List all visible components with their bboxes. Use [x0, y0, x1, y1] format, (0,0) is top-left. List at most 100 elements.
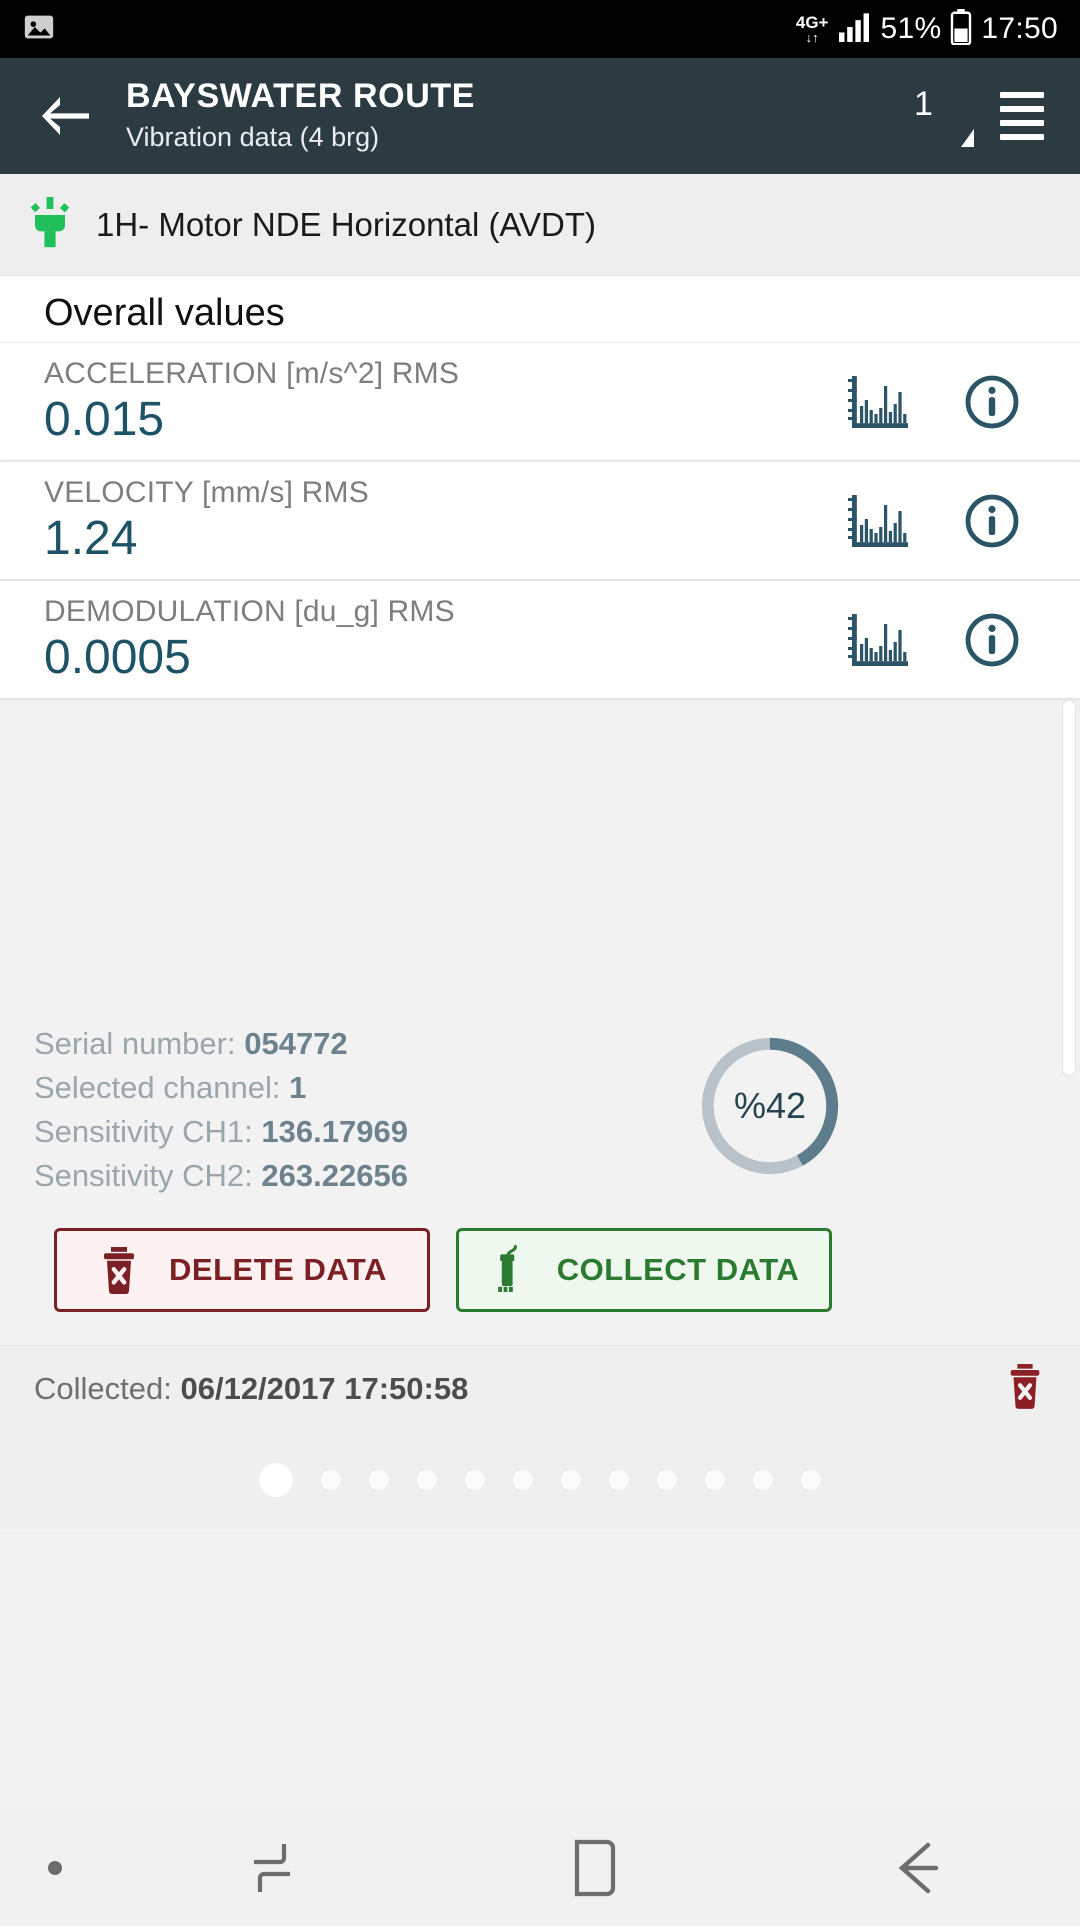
overall-values-title: Overall values	[44, 291, 285, 334]
measurement-point-label: 1H- Motor NDE Horizontal (AVDT)	[96, 205, 596, 243]
battery-icon	[950, 8, 972, 50]
vibration-sensor-icon	[26, 196, 74, 253]
device-info-row: Sensitivity CH1: 136.17969	[34, 1114, 408, 1150]
trash-delete-icon	[1010, 1364, 1040, 1409]
collected-label: Collected:	[34, 1370, 172, 1406]
recents-icon	[253, 1844, 290, 1892]
measurement-label: VELOCITY [mm/s] RMS	[44, 476, 369, 510]
page-dot[interactable]	[369, 1470, 389, 1490]
nav-recents-button[interactable]	[110, 1840, 433, 1896]
info-circle-icon[interactable]	[964, 612, 1020, 668]
app-bar: BAYSWATER ROUTE Vibration data (4 brg) 1	[0, 58, 1080, 174]
page-dot[interactable]	[705, 1470, 725, 1490]
measurement-label: DEMODULATION [du_g] RMS	[44, 595, 455, 629]
back-arrow-icon	[898, 1842, 939, 1894]
spectrum-chart-icon[interactable]	[848, 374, 912, 430]
content-body: Serial number: 054772 Selected channel: …	[0, 700, 1080, 1926]
selected-channel-value: 1	[289, 1070, 307, 1105]
page-dot[interactable]	[321, 1470, 341, 1490]
serial-number-label: Serial number:	[34, 1026, 236, 1061]
measurement-card-icons	[848, 374, 1080, 430]
app-bar-titles: BAYSWATER ROUTE Vibration data (4 brg)	[126, 77, 475, 155]
back-button[interactable]	[32, 83, 98, 149]
dot-icon	[48, 1861, 62, 1875]
spectrum-chart-icon[interactable]	[848, 493, 912, 549]
info-circle-icon[interactable]	[964, 493, 1020, 549]
vertical-scrollbar[interactable]	[1062, 700, 1076, 1076]
app-bar-actions: 1	[908, 83, 1044, 149]
collected-text: Collected: 06/12/2017 17:50:58	[34, 1371, 468, 1407]
spectrum-chart-icon[interactable]	[848, 612, 912, 668]
device-info-row: Sensitivity CH2: 263.22656	[34, 1158, 408, 1194]
measurement-card-texts: ACCELERATION [m/s^2] RMS 0.015	[44, 357, 459, 445]
battery-percent-label: 51%	[880, 12, 942, 45]
page-dot[interactable]	[801, 1470, 821, 1490]
collected-bar: Collected: 06/12/2017 17:50:58	[0, 1345, 1080, 1431]
device-info-row: Selected channel: 1	[34, 1070, 408, 1106]
measurement-value: 1.24	[44, 512, 138, 566]
signal-bars-icon	[837, 12, 871, 47]
page-dot[interactable]	[609, 1470, 629, 1490]
status-bar: 4G+ ↓↑ 51% 17:50	[0, 0, 1080, 58]
sensitivity-ch1-value: 136.17969	[261, 1114, 408, 1149]
image-icon	[22, 10, 56, 49]
android-nav-bar	[0, 1810, 1080, 1926]
page-dot[interactable]	[259, 1463, 293, 1497]
info-circle-icon[interactable]	[964, 374, 1020, 430]
measurement-card[interactable]: DEMODULATION [du_g] RMS 0.0005	[0, 580, 1080, 699]
delete-data-button[interactable]: DELETE DATA	[54, 1228, 430, 1312]
network-type-label: 4G+	[795, 13, 829, 32]
selected-channel-label: Selected channel:	[34, 1070, 281, 1105]
page-dot[interactable]	[513, 1470, 533, 1490]
delete-data-label: DELETE DATA	[169, 1252, 387, 1287]
status-bar-right: 4G+ ↓↑ 51% 17:50	[796, 8, 1058, 50]
accelerometer-sensor-icon	[489, 1244, 529, 1296]
page-dot[interactable]	[465, 1470, 485, 1490]
collected-delete-button[interactable]	[1004, 1363, 1046, 1414]
measurement-point-row[interactable]: 1H- Motor NDE Horizontal (AVDT)	[0, 174, 1080, 276]
measurement-card-icons	[848, 612, 1080, 668]
collect-data-label: COLLECT DATA	[556, 1252, 800, 1287]
page-title: BAYSWATER ROUTE	[126, 76, 476, 115]
status-bar-left	[22, 10, 56, 49]
collected-timestamp: 06/12/2017 17:50:58	[180, 1370, 469, 1406]
channel-number-label: 1	[914, 85, 933, 123]
measurement-card[interactable]: ACCELERATION [m/s^2] RMS 0.015	[0, 342, 1080, 461]
triangle-indicator-icon	[961, 129, 974, 147]
page-indicator-dots[interactable]	[0, 1431, 1080, 1529]
channel-indicator[interactable]: 1	[908, 83, 974, 149]
measurement-card-icons	[848, 493, 1080, 549]
nav-home-button[interactable]	[433, 1836, 756, 1900]
serial-number-value: 054772	[244, 1026, 348, 1061]
measurement-value: 0.015	[44, 393, 165, 447]
data-arrows-icon: ↓↑	[805, 30, 819, 45]
measurement-card[interactable]: VELOCITY [mm/s] RMS 1.24	[0, 461, 1080, 580]
battery-percent-text: %42	[733, 1085, 807, 1126]
nav-back-button[interactable]	[757, 1839, 1080, 1897]
app-screen: 4G+ ↓↑ 51% 17:50 BAYSWATER ROUTE Vibrati…	[0, 0, 1080, 1926]
sensitivity-ch2-value: 263.22656	[261, 1158, 408, 1193]
page-dot[interactable]	[561, 1470, 581, 1490]
measurement-value: 0.0005	[44, 631, 191, 685]
page-dot[interactable]	[417, 1470, 437, 1490]
page-dot[interactable]	[753, 1470, 773, 1490]
trash-delete-icon	[97, 1246, 141, 1294]
nav-dot-slot	[0, 1861, 110, 1875]
page-subtitle: Vibration data (4 brg)	[126, 122, 380, 152]
arrow-left-icon	[42, 97, 89, 135]
sensitivity-ch2-label: Sensitivity CH2:	[34, 1158, 253, 1193]
network-type-icon: 4G+ ↓↑	[796, 14, 829, 44]
sensitivity-ch1-label: Sensitivity CH1:	[34, 1114, 253, 1149]
list-menu-icon[interactable]	[1000, 92, 1044, 140]
clock-label: 17:50	[981, 12, 1058, 45]
battery-gauge: %42	[696, 1032, 844, 1180]
measurement-card-texts: VELOCITY [mm/s] RMS 1.24	[44, 476, 369, 564]
page-dot[interactable]	[657, 1470, 677, 1490]
action-buttons: DELETE DATA COLLECT DATA	[54, 1228, 832, 1312]
measurement-card-list: ACCELERATION [m/s^2] RMS 0.015 VELOCITY …	[0, 342, 1080, 699]
collect-data-button[interactable]: COLLECT DATA	[456, 1228, 832, 1312]
measurement-label: ACCELERATION [m/s^2] RMS	[44, 357, 460, 391]
home-icon	[574, 1839, 616, 1897]
measurement-card-texts: DEMODULATION [du_g] RMS 0.0005	[44, 595, 455, 683]
device-info-block: Serial number: 054772 Selected channel: …	[34, 1026, 408, 1194]
